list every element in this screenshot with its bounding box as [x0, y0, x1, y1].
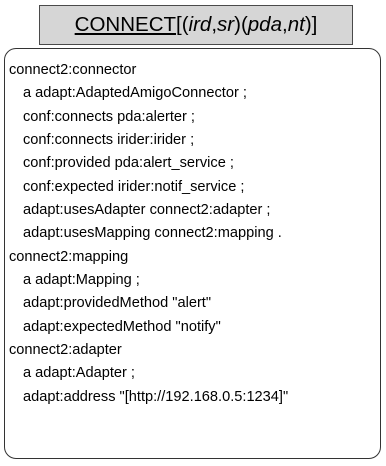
title-nt: nt: [287, 13, 305, 36]
rdf-property-line: conf:expected irider:notif_service ;: [23, 178, 245, 195]
rdf-property-line: conf:connects irider:irider ;: [23, 132, 195, 149]
title-connect: CONNECT: [74, 13, 177, 36]
rdf-property-line: adapt:usesMapping connect2:mapping .: [23, 225, 282, 242]
title-open-bracket: [(: [176, 13, 189, 36]
rdf-subject-line: connect2:adapter: [9, 342, 122, 359]
rdf-subject-line: connect2:connector: [9, 62, 137, 78]
title-pda: pda: [247, 13, 282, 36]
title-sr: sr: [217, 13, 235, 36]
rdf-property-line: a adapt:Mapping ;: [23, 272, 140, 289]
rdf-property-line: conf:provided pda:alert_service ;: [23, 155, 234, 172]
title-close-bracket: )]: [304, 13, 318, 36]
rdf-property-line: adapt:expectedMethod "notify": [23, 318, 221, 335]
rdf-property-line: a adapt:Adapter ;: [23, 365, 135, 382]
rdf-property-line: a adapt:AdaptedAmigoConnector ;: [23, 85, 247, 102]
rdf-property-line: adapt:providedMethod "alert": [23, 295, 212, 312]
connector-title: CONNECT[(ird, sr)(pda, nt)]: [39, 5, 353, 45]
title-ird: ird: [188, 13, 212, 36]
rdf-property-line: adapt:address "[http://192.168.0.5:1234]…: [23, 388, 289, 405]
rdf-statement-list: connect2:connector a adapt:AdaptedAmigoCo…: [9, 59, 288, 409]
rdf-property-line: adapt:usesAdapter connect2:adapter ;: [23, 202, 271, 219]
rdf-subject-line: connect2:mapping: [9, 248, 129, 265]
rdf-property-line: conf:connects pda:alerter ;: [23, 108, 195, 125]
title-mid-bracket: )(: [234, 13, 248, 36]
